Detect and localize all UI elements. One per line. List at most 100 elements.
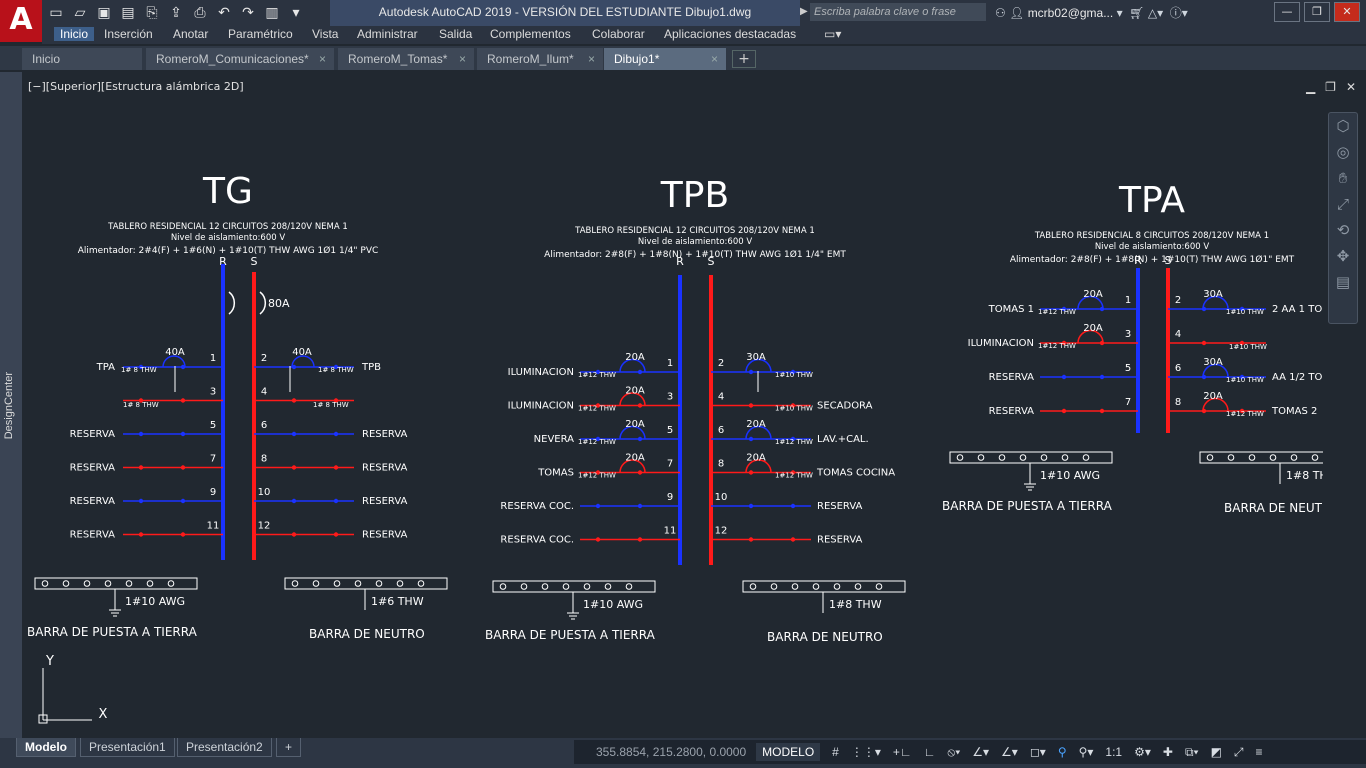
pan-icon[interactable]: ✋︎ [1329,165,1357,191]
breaker-rating: 30A [1203,289,1223,300]
file-tab-label: RomeroM_Tomas* [348,52,448,66]
customize-menu-icon[interactable]: ≡ [1256,745,1263,759]
zoom-icon[interactable]: ⤢ [1329,191,1357,217]
snap-icon[interactable]: ⋮⋮▾ [851,745,881,759]
tab-salida[interactable]: Salida [439,27,472,41]
file-tab-label: RomeroM_Comunicaciones* [156,52,309,66]
chevron-down-icon[interactable]: ▾ [1117,6,1123,20]
terminal-dot [291,498,297,504]
polar-icon[interactable]: ⦸▾ [947,745,960,760]
tab-parametrico[interactable]: Paramétrico [228,27,293,41]
grid-icon[interactable]: # [832,745,839,759]
settings-gear-icon[interactable]: ⚙▾ [1134,745,1151,759]
terminal-dot [595,537,601,542]
breaker-rating: 40A [292,347,312,358]
coordinates-readout[interactable]: 355.8854, 215.2800, 0.0000 [574,745,756,759]
terminal-dot [180,398,186,403]
file-tab-dibujo1[interactable]: Dibujo1* × [604,48,726,70]
ground-bar [34,577,198,590]
tab-anotar[interactable]: Anotar [173,27,208,41]
tab-complementos[interactable]: Complementos [490,27,571,41]
minimize-icon[interactable]: — [1274,2,1300,22]
viewcube-icon[interactable]: ⬡ [1329,113,1357,139]
close-tab-icon[interactable]: × [711,48,718,70]
ribbon-toggle-icon[interactable]: ▭▾ [824,27,841,41]
binoculars-icon[interactable]: ⚇ [995,6,1006,20]
bar-terminal [770,583,778,590]
print-icon[interactable]: ⎙ [190,3,210,23]
auto-scale-icon[interactable]: ⚲▾ [1079,745,1094,759]
close-tab-icon[interactable]: × [588,48,595,70]
a360-icon[interactable]: △▾ [1148,6,1163,20]
new-file-icon[interactable]: ▭ [46,3,66,23]
tab-aplicaciones-destacadas[interactable]: Aplicaciones destacadas [664,27,796,41]
terminal-dot [1099,374,1105,380]
navbar-menu-icon[interactable]: ▤ [1329,269,1357,295]
tab-presentacion2[interactable]: Presentación2 [177,738,272,757]
tab-vista[interactable]: Vista [312,27,338,41]
plus-icon[interactable]: ✚ [1163,745,1173,759]
tab-colaborar[interactable]: Colaborar [592,27,645,41]
panel-title: TG [202,171,253,212]
showmotion-icon[interactable]: ✥ [1329,243,1357,269]
osnap-icon[interactable]: ◻▾ [1030,745,1046,759]
search-input[interactable]: Escriba palabra clave o frase [810,3,986,21]
undo-icon[interactable]: ↶ [214,3,234,23]
workspace-icon[interactable]: ▥ [262,3,282,23]
redo-icon[interactable]: ↷ [238,3,258,23]
help-icon[interactable]: ⓘ▾ [1170,4,1188,21]
publish-icon[interactable]: ⇪ [166,3,186,23]
fullscreen-icon[interactable]: ⤢ [1234,745,1244,760]
circuit-number: 6 [1175,363,1181,374]
bar-terminal [749,583,757,590]
bar-terminal [1082,454,1090,461]
neutral-bar [284,577,448,590]
annotation-scale[interactable]: 1:1 [1105,745,1122,759]
save-icon[interactable]: ▣ [94,3,114,23]
isodraft-icon[interactable]: ∠▾ [1001,745,1018,759]
model-space-toggle[interactable]: MODELO [756,743,821,761]
cart-icon[interactable]: 🛒︎ [1129,6,1144,20]
infer-constraints-icon[interactable]: +∟ [893,745,912,759]
tab-inicio[interactable]: Inicio [54,27,95,41]
file-tab-inicio[interactable]: Inicio [22,48,142,70]
file-tab-ilum[interactable]: RomeroM_Ilum* × [477,48,603,70]
bar-terminal [791,583,799,590]
account-area[interactable]: ⚇ 👤︎ mcrb02@gma... ▾ 🛒︎ △▾ ⓘ▾ [995,4,1188,21]
close-tab-icon[interactable]: × [459,48,466,70]
export-icon[interactable]: ⎘ [142,3,162,23]
user-name[interactable]: mcrb02@gma... [1028,6,1114,20]
ortho-icon[interactable]: ∟ [924,745,936,759]
viewport-restore-icon[interactable]: ❐ [1325,80,1336,94]
close-icon[interactable]: ✕ [1334,2,1360,22]
tab-insercion[interactable]: Inserción [104,27,153,41]
ground-bar-label: BARRA DE PUESTA A TIERRA [942,499,1113,513]
tab-modelo[interactable]: Modelo [16,738,76,757]
file-tab-tomas[interactable]: RomeroM_Tomas* × [338,48,474,70]
file-tab-comunicaciones[interactable]: RomeroM_Comunicaciones* × [146,48,334,70]
design-center-panel[interactable]: DesignCenter [0,72,22,738]
osnap-tracking-icon[interactable]: ∠▾ [972,745,989,759]
open-folder-icon[interactable]: ▱ [70,3,90,23]
viewport-close-icon[interactable]: ✕ [1346,80,1356,94]
panel-insulation: Nivel de aislamiento:600 V [638,237,753,247]
units-icon[interactable]: ⧉▾ [1185,745,1199,760]
tab-presentacion1[interactable]: Presentación1 [80,738,175,757]
circuit-number: 3 [667,392,673,403]
isolate-icon[interactable]: ◩ [1211,745,1222,759]
tab-administrar[interactable]: Administrar [357,27,418,41]
orbit-icon[interactable]: ⟲ [1329,217,1357,243]
save-as-icon[interactable]: ▤ [118,3,138,23]
cad-drawing[interactable]: TG TABLERO RESIDENCIAL 12 CIRCUITOS 208/1… [23,92,1323,732]
close-tab-icon[interactable]: × [319,48,326,70]
bar-terminal [541,583,549,590]
application-menu-button[interactable]: A [0,0,42,42]
restore-icon[interactable]: ❐ [1304,2,1330,22]
add-layout-button[interactable]: + [276,738,302,757]
search-expand-icon[interactable]: ▶ [800,6,808,17]
annotation-visibility-icon[interactable]: ⚲ [1058,745,1067,759]
circuit-number: 8 [1175,397,1181,408]
steering-wheel-icon[interactable]: ◎ [1329,139,1357,165]
new-tab-button[interactable]: + [732,50,756,68]
customize-qat-icon[interactable]: ▾ [286,3,306,23]
